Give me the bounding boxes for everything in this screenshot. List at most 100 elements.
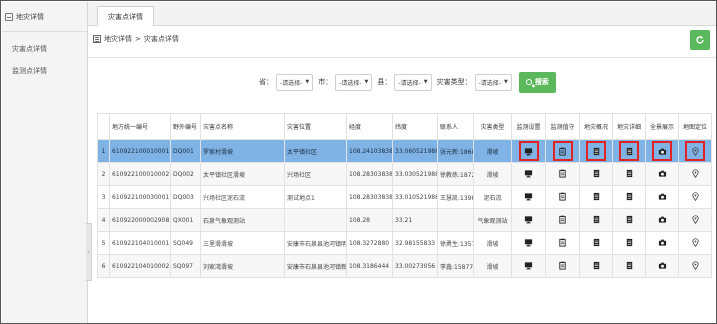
- table-row[interactable]: 2 610922100010002 DQ002 太平镇社区滑坡 兴场社区 108.2830…: [97, 162, 712, 186]
- breadcrumb: 地灾详情 > 灾害点详情: [93, 34, 179, 44]
- sidebar-item-monitor-detail[interactable]: 监测点详情: [2, 60, 87, 82]
- monitor-duty-button[interactable]: [558, 238, 567, 249]
- hazard-overview-button[interactable]: [592, 215, 601, 226]
- cell-name: 三里滑滑坡: [200, 231, 285, 255]
- table-row[interactable]: 1 610922100010001 DQ001 罗家村滑坡 太平镇社区 108.24103…: [97, 139, 712, 163]
- sidebar-header-label: 地灾详情: [16, 12, 44, 21]
- monitor-settings-button[interactable]: [524, 169, 533, 180]
- monitor-settings-button[interactable]: [524, 238, 533, 249]
- monitor-settings-button[interactable]: [524, 192, 533, 203]
- sidebar-header[interactable]: 地灾详情: [2, 2, 87, 32]
- monitor-duty-button-cell: [545, 231, 580, 255]
- province-select-value: -请选择-: [280, 79, 303, 87]
- hazard-overview-button[interactable]: [586, 141, 606, 161]
- document-icon: [625, 192, 634, 201]
- monitor-settings-button[interactable]: [518, 141, 539, 161]
- monitor-settings-button[interactable]: [524, 261, 533, 272]
- caret-down-icon: ▼: [305, 79, 310, 85]
- sidebar-collapse-handle[interactable]: ‹: [86, 223, 92, 281]
- refresh-button[interactable]: [690, 30, 710, 50]
- app-window: 地灾详情 灾害点详情 监测点详情 ‹ 灾害点详情 地灾详情 > 灾害点详情 省：…: [0, 0, 717, 324]
- hazard-detail-button[interactable]: [625, 261, 634, 272]
- monitor-duty-button[interactable]: [558, 192, 567, 203]
- panorama-button[interactable]: [652, 141, 672, 161]
- map-locate-button[interactable]: [691, 237, 700, 249]
- hazard-type-select[interactable]: -请选择- ▼: [474, 73, 512, 91]
- clipboard-icon: [558, 261, 567, 270]
- search-icon: [525, 79, 532, 85]
- hazard-overview-button[interactable]: [592, 192, 601, 203]
- table-row[interactable]: 6 610922104010002 SQ097 刘家湾滑坡 安康市石泉县池河镇新星 108…: [97, 254, 712, 278]
- map-pin-icon: [691, 214, 700, 224]
- map-locate-button[interactable]: [691, 214, 700, 226]
- hazard-overview-button-cell: [579, 254, 613, 278]
- hazard-detail-button[interactable]: [619, 141, 639, 161]
- panorama-button[interactable]: [658, 262, 667, 272]
- hazard-detail-button[interactable]: [625, 215, 634, 226]
- column-header: 地灾详细: [612, 113, 646, 140]
- hazard-detail-button[interactable]: [625, 192, 634, 203]
- chevron-left-icon: ‹: [87, 248, 90, 256]
- cell-contact: 徐勇生:1357: [437, 231, 474, 255]
- cell-type: 滑坡: [473, 254, 512, 278]
- table-row[interactable]: 3 610922100030001 DQ003 兴场社区泥石流 测试地点1 108.283…: [97, 185, 712, 209]
- hazard-detail-button-cell: [612, 139, 646, 163]
- city-select[interactable]: -请选择- ▼: [335, 73, 373, 91]
- province-select[interactable]: -请选择- ▼: [276, 73, 314, 91]
- document-icon: [625, 238, 634, 247]
- column-header: 纬度: [392, 113, 438, 140]
- map-locate-button-cell: [678, 208, 712, 232]
- monitor-icon: [524, 261, 533, 270]
- header-divider: [88, 57, 716, 58]
- hazard-overview-button[interactable]: [592, 238, 601, 249]
- panorama-button[interactable]: [658, 239, 667, 249]
- panorama-button[interactable]: [658, 193, 667, 203]
- clipboard-icon: [558, 192, 567, 201]
- monitor-duty-button[interactable]: [558, 215, 567, 226]
- map-locate-button[interactable]: [685, 141, 705, 161]
- monitor-duty-button-cell: [545, 139, 580, 163]
- search-button[interactable]: 搜索: [518, 71, 556, 93]
- county-label: 县：: [377, 78, 392, 86]
- monitor-settings-button-cell: [511, 254, 546, 278]
- county-select[interactable]: -请选择- ▼: [394, 73, 432, 91]
- table-row[interactable]: 5 610922104010001 SQ049 三里滑滑坡 安康市石泉县池河镇明星 108…: [97, 231, 712, 255]
- sidebar-item-hazard-detail[interactable]: 灾害点详情: [2, 38, 87, 60]
- hazard-overview-button[interactable]: [592, 261, 601, 272]
- breadcrumb-separator: >: [135, 35, 141, 43]
- cell-loc: 太平镇社区: [284, 139, 347, 163]
- tab-hazard-detail[interactable]: 灾害点详情: [97, 6, 154, 26]
- column-header: 经度: [346, 113, 393, 140]
- camera-icon: [658, 192, 667, 201]
- hazard-overview-button[interactable]: [592, 169, 601, 180]
- hazard-detail-button[interactable]: [625, 169, 634, 180]
- panorama-button[interactable]: [658, 216, 667, 226]
- monitor-duty-button[interactable]: [552, 141, 573, 161]
- column-header: 地图定位: [678, 113, 712, 140]
- hazard-detail-button[interactable]: [625, 238, 634, 249]
- cell-loc: 兴场社区: [284, 162, 347, 186]
- monitor-duty-button-cell: [545, 185, 580, 209]
- breadcrumb-root[interactable]: 地灾详情: [104, 34, 132, 44]
- breadcrumb-current: 灾害点详情: [143, 35, 179, 43]
- monitor-duty-button[interactable]: [558, 261, 567, 272]
- map-locate-button[interactable]: [691, 191, 700, 203]
- map-locate-button[interactable]: [691, 168, 700, 180]
- panorama-button-cell: [645, 208, 679, 232]
- monitor-duty-button[interactable]: [558, 169, 567, 180]
- panorama-button[interactable]: [658, 170, 667, 180]
- tab-label: 灾害点详情: [108, 12, 143, 21]
- cell-field: DQ003: [170, 185, 201, 209]
- city-label: 市：: [318, 78, 333, 86]
- cell-contact: 王慧凯:1398: [437, 185, 474, 209]
- monitor-settings-button[interactable]: [524, 215, 533, 226]
- monitor-duty-button-cell: [545, 162, 580, 186]
- camera-icon: [658, 147, 667, 156]
- cell-name: 刘家湾滑坡: [200, 254, 285, 278]
- county-select-value: -请选择-: [398, 79, 421, 87]
- map-locate-button[interactable]: [691, 260, 700, 272]
- document-icon: [625, 147, 634, 156]
- monitor-settings-button-cell: [511, 162, 546, 186]
- hazard-detail-button-cell: [612, 254, 646, 278]
- table-row[interactable]: 4 610922000002908 QX001 石泉气象观测站 108.28 33.21 气…: [97, 208, 712, 232]
